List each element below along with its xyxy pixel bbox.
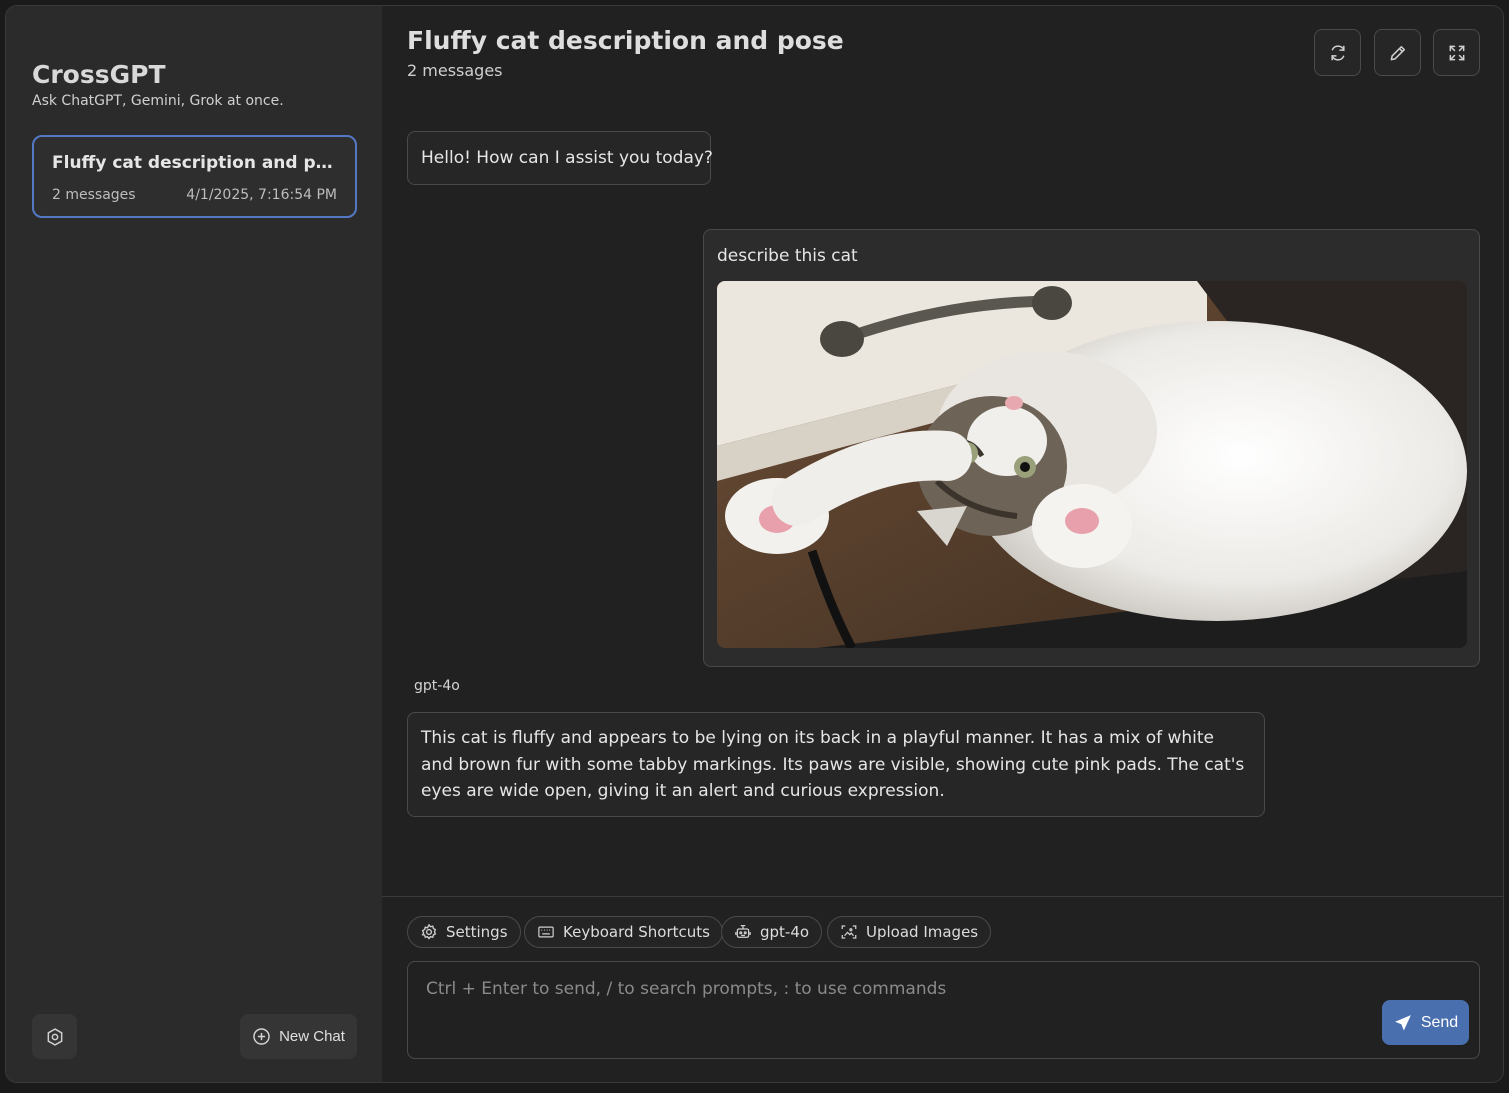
chat-list-item-title: Fluffy cat description and pose [52, 153, 342, 173]
message-count: 2 messages [407, 61, 503, 80]
page-title: Fluffy cat description and pose [407, 26, 844, 55]
robot-icon [735, 924, 751, 938]
fullscreen-button[interactable] [1433, 29, 1480, 76]
model-chip[interactable]: gpt-4o [721, 916, 823, 948]
settings-gear-icon [47, 1027, 62, 1046]
divider [382, 896, 1503, 897]
cat-photo-illustration [717, 281, 1467, 648]
chat-list-item-date: 4/1/2025, 7:16:54 PM [186, 187, 337, 203]
upload-images-label: Upload Images [866, 923, 979, 941]
image-upload-icon [841, 925, 857, 939]
chat-list-item[interactable]: Fluffy cat description and pose 2 messag… [32, 135, 357, 218]
assistant-response: This cat is fluffy and appears to be lyi… [407, 712, 1265, 817]
chat-list-item-count: 2 messages [52, 187, 136, 203]
new-chat-button[interactable]: New Chat [240, 1014, 357, 1059]
send-icon [1394, 1014, 1411, 1030]
message-composer: Send [407, 961, 1480, 1059]
message-input[interactable] [408, 962, 1368, 1016]
settings-chip[interactable]: Settings [407, 916, 521, 948]
model-chip-label: gpt-4o [760, 923, 810, 941]
assistant-response-text: This cat is fluffy and appears to be lyi… [421, 728, 1245, 801]
keyboard-shortcuts-chip[interactable]: Keyboard Shortcuts [524, 916, 723, 948]
send-button[interactable]: Send [1382, 1000, 1469, 1045]
assistant-message-text: Hello! How can I assist you today? [421, 148, 713, 168]
expand-icon [1449, 45, 1464, 60]
app-window: CrossGPT Ask ChatGPT, Gemini, Grok at on… [5, 5, 1504, 1083]
edit-pencil-icon [1390, 45, 1405, 60]
sidebar-settings-button[interactable] [32, 1014, 77, 1059]
app-tagline: Ask ChatGPT, Gemini, Grok at once. [32, 93, 284, 109]
send-button-label: Send [1420, 1013, 1459, 1031]
edit-button[interactable] [1374, 29, 1421, 76]
keyboard-shortcuts-label: Keyboard Shortcuts [563, 923, 710, 941]
new-chat-label: New Chat [279, 1028, 345, 1045]
settings-chip-label: Settings [446, 923, 508, 941]
response-model-label: gpt-4o [414, 678, 460, 694]
keyboard-icon [538, 926, 554, 938]
cat-photo [717, 281, 1467, 648]
sidebar: CrossGPT Ask ChatGPT, Gemini, Grok at on… [6, 6, 382, 1082]
upload-images-chip[interactable]: Upload Images [827, 916, 992, 948]
assistant-message: Hello! How can I assist you today? [407, 131, 713, 185]
refresh-button[interactable] [1314, 29, 1361, 76]
chat-main: Fluffy cat description and pose 2 messag… [382, 6, 1503, 1082]
settings-gear-icon [421, 923, 437, 940]
app-name: CrossGPT [32, 60, 166, 89]
user-message-text: describe this cat [717, 246, 858, 266]
user-message: describe this cat [703, 229, 1480, 667]
refresh-icon [1330, 44, 1345, 61]
plus-circle-icon [253, 1028, 270, 1045]
